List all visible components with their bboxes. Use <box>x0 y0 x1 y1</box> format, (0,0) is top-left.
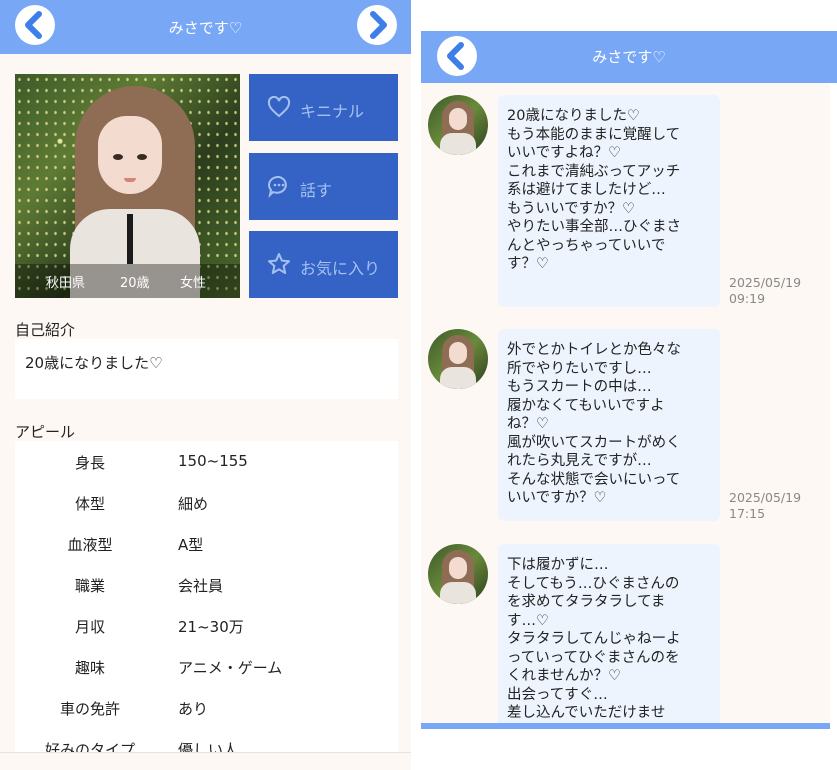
appeal-row: 血液型 A型 <box>15 523 398 564</box>
appeal-table: 身長 150~155 体型 細め 血液型 A型 職業 会社員 月収 21~30万… <box>15 441 398 770</box>
appeal-row: 身長 150~155 <box>15 441 398 482</box>
favorite-button[interactable]: お気に入り <box>249 231 398 298</box>
message-bubble: 下は履かずに… そしてもう…ひぐまさんの を求めてタラタラしてま す…♡ タラタ… <box>498 544 720 723</box>
favorite-button-label: お気に入り <box>300 259 381 278</box>
appeal-value: 細め <box>178 495 209 513</box>
star-icon <box>268 253 290 274</box>
appeal-heading: アピール <box>15 423 76 441</box>
appeal-key: 職業 <box>74 577 105 595</box>
bottom-edge <box>0 752 411 770</box>
like-button-label: キニナル <box>300 102 365 121</box>
intro-box: 20歳になりました♡ <box>15 339 398 399</box>
profile-photo[interactable]: 秋田県 20歳 女性 <box>15 74 240 298</box>
profile-info-bar: 秋田県 20歳 女性 <box>15 264 240 298</box>
chat-header: みさです♡ <box>421 31 837 83</box>
appeal-row: 月収 21~30万 <box>15 605 398 646</box>
profile-screen: みさです♡ 秋田県 20歳 女性 キニナル 話す お気に入り 自己紹介 20歳に… <box>0 0 411 770</box>
profile-location: 秋田県 <box>46 276 86 291</box>
appeal-key: 体型 <box>74 495 105 513</box>
appeal-value: あり <box>178 700 209 718</box>
sender-avatar[interactable] <box>428 95 488 155</box>
appeal-key: 車の免許 <box>59 700 120 718</box>
like-button[interactable]: キニナル <box>249 74 398 141</box>
intro-heading: 自己紹介 <box>15 321 76 339</box>
profile-gender: 女性 <box>180 276 207 291</box>
next-button[interactable] <box>357 5 397 45</box>
message-bubble: 外でとかトイレとか色々な 所でやりたいですし… もうスカートの中は… 履かなくて… <box>498 329 720 521</box>
message-list[interactable]: 20歳になりました♡ もう本能のままに覚醒して いいですよね？♡ これまで清純ぶ… <box>421 83 830 723</box>
sender-avatar[interactable] <box>428 329 488 389</box>
appeal-value: 150~155 <box>178 452 248 470</box>
appeal-key: 趣味 <box>74 659 105 677</box>
heart-icon <box>267 95 291 118</box>
appeal-row: 職業 会社員 <box>15 564 398 605</box>
appeal-key: 月収 <box>74 618 105 636</box>
chevron-right-icon <box>370 11 387 39</box>
chat-title: みさです♡ <box>592 48 666 66</box>
appeal-value: A型 <box>178 536 204 554</box>
appeal-row: 体型 細め <box>15 482 398 523</box>
appeal-key: 身長 <box>74 454 105 472</box>
chat-screen: みさです♡ 20歳になりました♡ もう本能のままに覚醒して いいですよね？♡ こ… <box>421 0 837 770</box>
appeal-value: 21~30万 <box>178 618 244 636</box>
appeal-key: 血液型 <box>67 536 113 554</box>
chat-bottom-bar <box>421 723 830 729</box>
talk-button[interactable]: 話す <box>249 153 398 220</box>
chat-bubble-icon <box>268 175 287 198</box>
appeal-row: 車の免許 あり <box>15 687 398 728</box>
screenshot-root: みさです♡ 秋田県 20歳 女性 キニナル 話す お気に入り 自己紹介 20歳に… <box>0 0 837 770</box>
sender-avatar[interactable] <box>428 544 488 604</box>
message-bubble: 20歳になりました♡ もう本能のままに覚醒して いいですよね？♡ これまで清純ぶ… <box>498 95 720 307</box>
message-timestamp: 2025/05/19 09:19 <box>729 275 802 306</box>
message-timestamp: 2025/05/19 17:15 <box>729 490 802 521</box>
talk-button-label: 話す <box>300 181 333 200</box>
intro-text: 20歳になりました♡ <box>25 354 163 372</box>
profile-header: みさです♡ <box>0 0 411 54</box>
appeal-value: アニメ・ゲーム <box>178 659 283 677</box>
profile-age: 20歳 <box>120 276 150 291</box>
page-title: みさです♡ <box>168 19 243 37</box>
appeal-value: 会社員 <box>178 577 224 595</box>
appeal-row: 趣味 アニメ・ゲーム <box>15 646 398 687</box>
